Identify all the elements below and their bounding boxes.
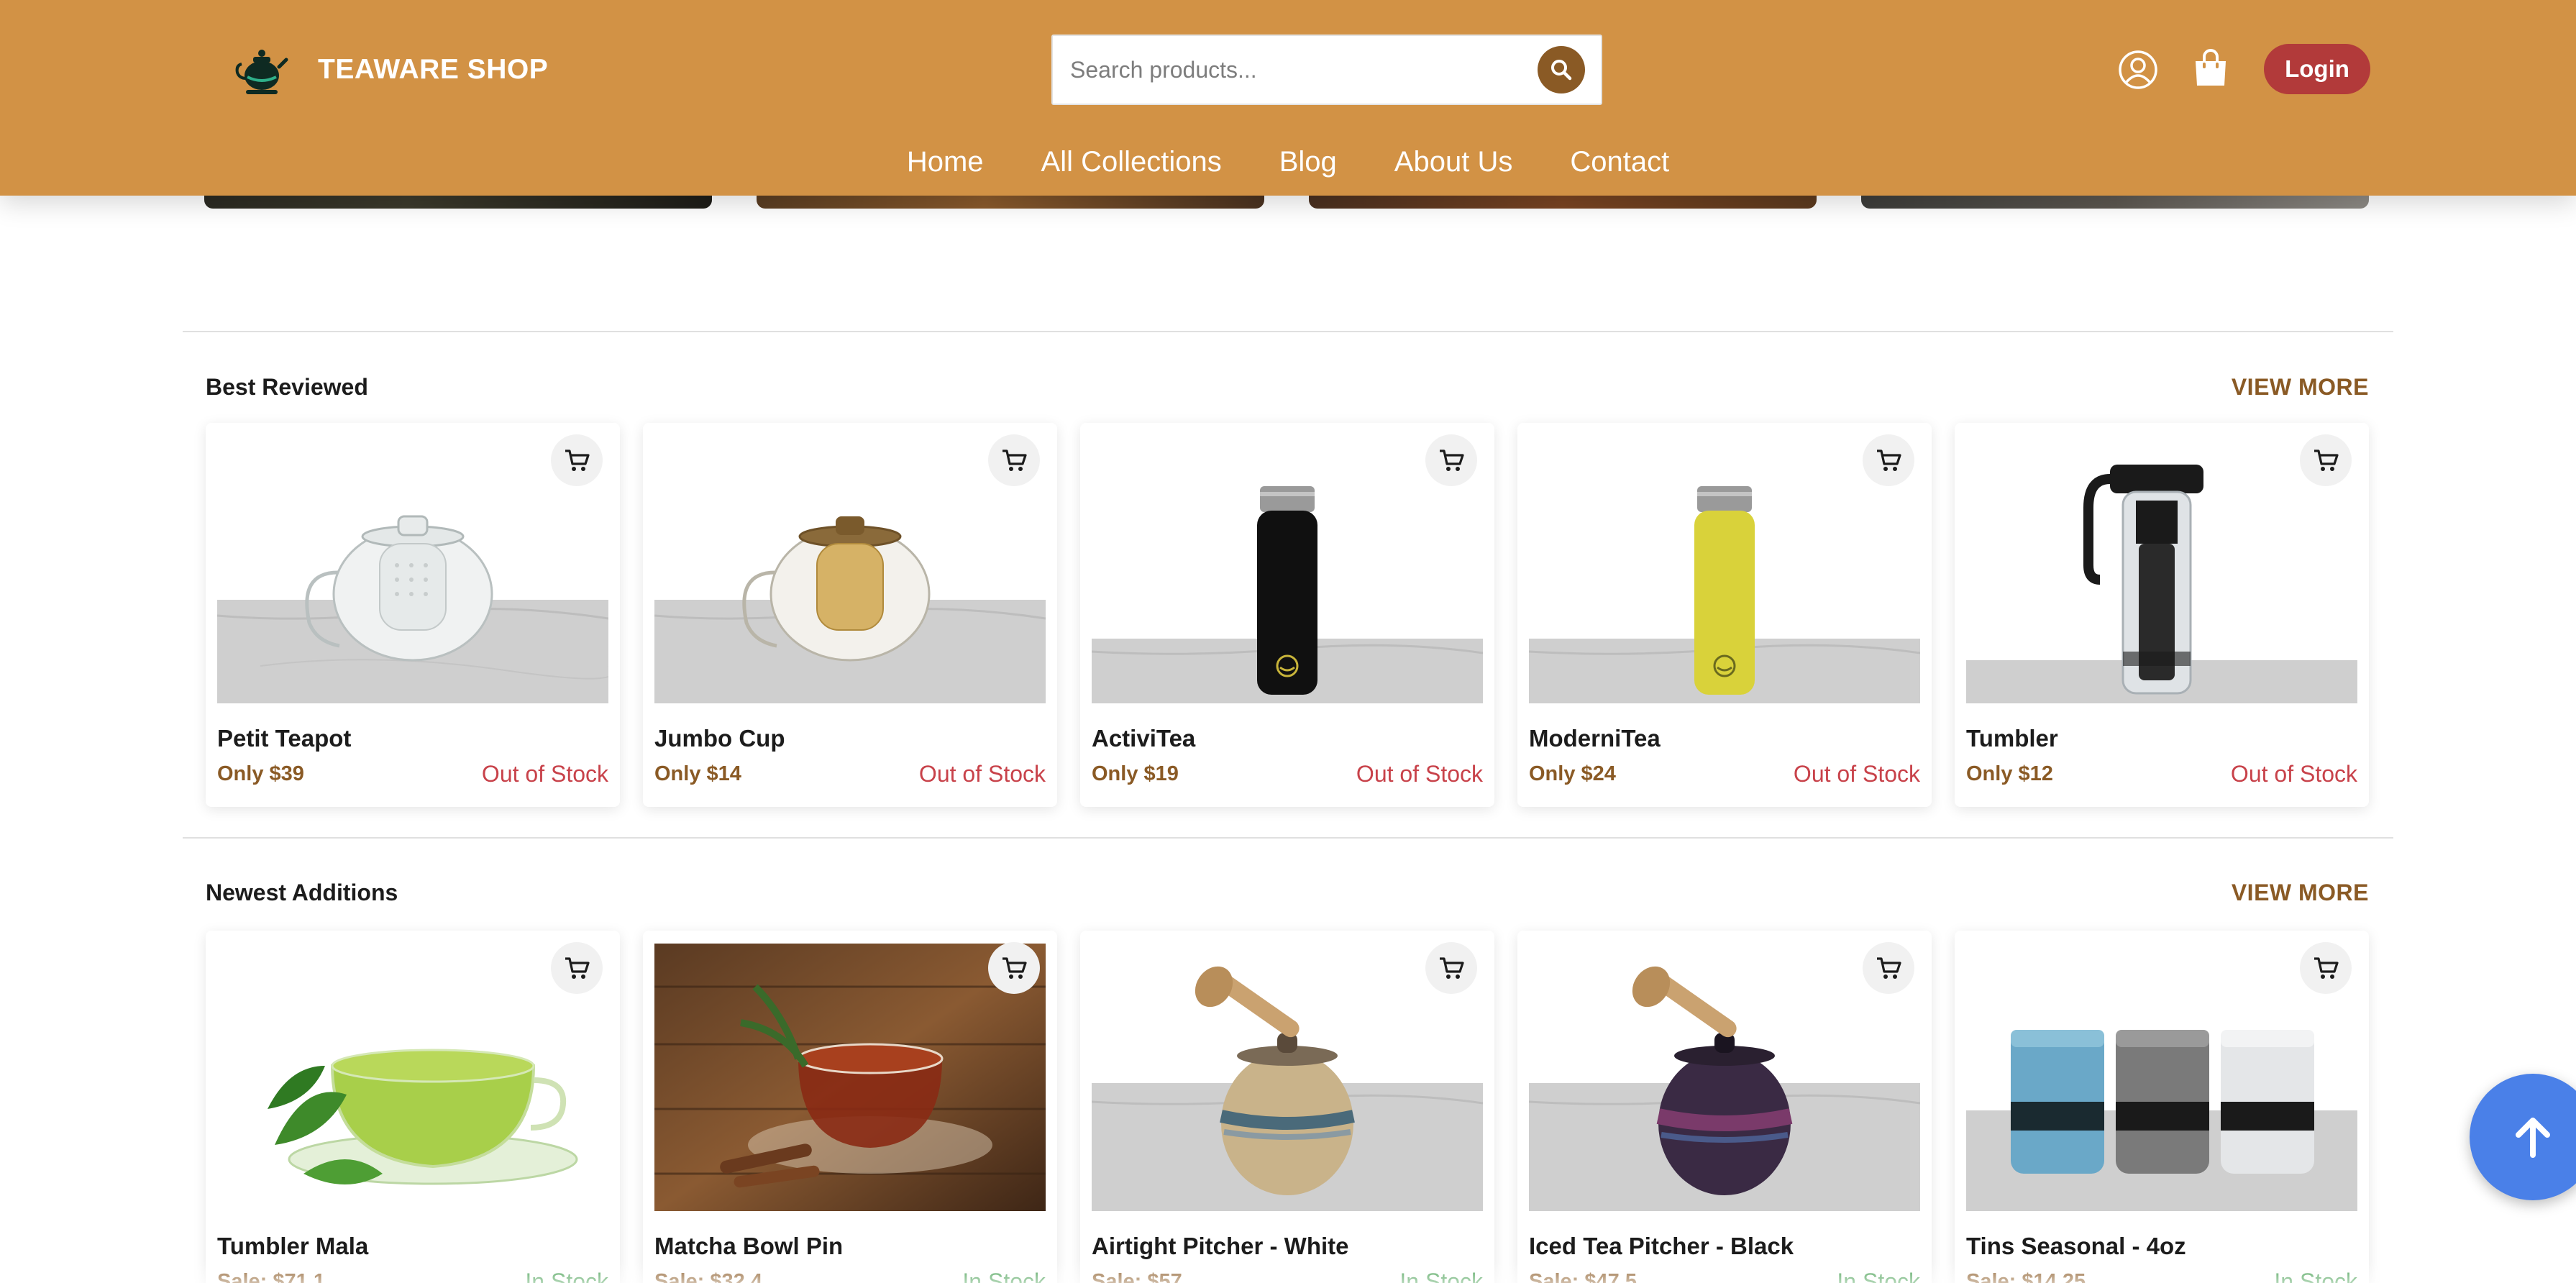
cart-icon	[1440, 957, 1464, 979]
nav-contact[interactable]: Contact	[1570, 141, 1669, 183]
section-divider	[183, 331, 2393, 332]
product-name[interactable]: Iced Tea Pitcher - Black	[1529, 1233, 1794, 1260]
add-to-cart-button[interactable]	[551, 434, 603, 486]
product-name[interactable]: ModerniTea	[1529, 725, 1661, 752]
stock-status: In Stock	[525, 1269, 608, 1283]
product-image	[654, 944, 1046, 1211]
stock-status: Out of Stock	[2230, 761, 2357, 787]
cart-icon	[2314, 957, 2339, 979]
product-name[interactable]: Airtight Pitcher - White	[1092, 1233, 1349, 1260]
product-card[interactable]: Iced Tea Pitcher - Black Sale: $47.5 In …	[1517, 931, 1932, 1283]
shopping-bag-icon[interactable]	[2193, 47, 2229, 88]
search-bar	[1051, 35, 1602, 105]
stock-status: Out of Stock	[481, 761, 608, 787]
product-name[interactable]: Petit Teapot	[217, 725, 351, 752]
main-nav: Home All Collections Blog About Us Conta…	[0, 141, 2576, 183]
product-name[interactable]: Tumbler	[1966, 725, 2058, 752]
cart-icon	[565, 449, 590, 471]
add-to-cart-button[interactable]	[1863, 434, 1914, 486]
add-to-cart-button[interactable]	[1863, 942, 1914, 994]
user-icon[interactable]	[2117, 49, 2159, 91]
product-card[interactable]: ModerniTea Only $24 Out of Stock	[1517, 423, 1932, 807]
brand-name: TEAWARE SHOP	[318, 54, 549, 85]
product-price: Sale: $57	[1092, 1270, 1182, 1283]
site-header: TEAWARE SHOP Login Home All Collections …	[0, 0, 2576, 196]
stock-status: In Stock	[1399, 1269, 1483, 1283]
stock-status: In Stock	[2274, 1269, 2357, 1283]
product-image	[1092, 944, 1483, 1211]
stock-status: Out of Stock	[918, 761, 1046, 787]
arrow-up-icon	[2516, 1118, 2550, 1158]
product-price: Only $14	[654, 762, 741, 785]
product-image	[1529, 944, 1920, 1211]
product-card[interactable]: Tins Seasonal - 4oz Sale: $14.25 In Stoc…	[1955, 931, 2369, 1283]
add-to-cart-button[interactable]	[1425, 434, 1477, 486]
product-card[interactable]: Tumbler Mala Sale: $71.1 In Stock	[206, 931, 620, 1283]
section-divider	[183, 837, 2393, 839]
product-image	[1966, 436, 2357, 703]
login-button[interactable]: Login	[2264, 44, 2370, 94]
nav-about-us[interactable]: About Us	[1394, 141, 1513, 183]
add-to-cart-button[interactable]	[988, 434, 1040, 486]
stock-status: Out of Stock	[1793, 761, 1920, 787]
product-name[interactable]: ActiviTea	[1092, 725, 1195, 752]
cart-icon	[1877, 449, 1901, 471]
product-card[interactable]: Petit Teapot Only $39 Out of Stock	[206, 423, 620, 807]
product-image	[654, 436, 1046, 703]
nav-home[interactable]: Home	[907, 141, 984, 183]
cart-icon	[1440, 449, 1464, 471]
product-card[interactable]: Airtight Pitcher - White Sale: $57 In St…	[1080, 931, 1494, 1283]
product-card[interactable]: Tumbler Only $12 Out of Stock	[1955, 423, 2369, 807]
product-name[interactable]: Tumbler Mala	[217, 1233, 368, 1260]
view-more-link[interactable]: VIEW MORE	[2232, 374, 2369, 401]
section-title: Newest Additions	[206, 880, 398, 905]
product-image	[217, 436, 608, 703]
product-name[interactable]: Jumbo Cup	[654, 725, 785, 752]
cart-icon	[1002, 449, 1027, 471]
scroll-to-top-button[interactable]	[2470, 1074, 2576, 1200]
product-price: Only $19	[1092, 762, 1179, 785]
product-card[interactable]: Jumbo Cup Only $14 Out of Stock	[643, 423, 1057, 807]
nav-all-collections[interactable]: All Collections	[1041, 141, 1222, 183]
product-card[interactable]: ActiviTea Only $19 Out of Stock	[1080, 423, 1494, 807]
product-price: Only $12	[1966, 762, 2053, 785]
cart-icon	[1002, 957, 1027, 979]
teapot-icon	[235, 50, 288, 94]
add-to-cart-button[interactable]	[551, 942, 603, 994]
stock-status: Out of Stock	[1356, 761, 1483, 787]
product-image	[217, 944, 608, 1211]
search-input[interactable]	[1053, 36, 1538, 104]
add-to-cart-button[interactable]	[2300, 942, 2352, 994]
product-image	[1966, 944, 2357, 1211]
product-price: Sale: $71.1	[217, 1270, 325, 1283]
cart-icon	[565, 957, 590, 979]
cart-icon	[2314, 449, 2339, 471]
brand[interactable]: TEAWARE SHOP	[234, 42, 548, 98]
stock-status: In Stock	[962, 1269, 1046, 1283]
product-card[interactable]: Matcha Bowl Pin Sale: $32.4 In Stock	[643, 931, 1057, 1283]
search-icon	[1551, 60, 1572, 81]
product-image	[1092, 436, 1483, 703]
product-price: Sale: $32.4	[654, 1270, 762, 1283]
product-price: Sale: $14.25	[1966, 1270, 2086, 1283]
nav-blog[interactable]: Blog	[1279, 141, 1337, 183]
stock-status: In Stock	[1837, 1269, 1920, 1283]
cart-icon	[1877, 957, 1901, 979]
product-name[interactable]: Tins Seasonal - 4oz	[1966, 1233, 2186, 1260]
section-title: Best Reviewed	[206, 374, 368, 400]
search-button[interactable]	[1538, 46, 1585, 93]
add-to-cart-button[interactable]	[1425, 942, 1477, 994]
add-to-cart-button[interactable]	[988, 942, 1040, 994]
product-price: Only $39	[217, 762, 304, 785]
view-more-link[interactable]: VIEW MORE	[2232, 880, 2369, 906]
product-image	[1529, 436, 1920, 703]
add-to-cart-button[interactable]	[2300, 434, 2352, 486]
product-name[interactable]: Matcha Bowl Pin	[654, 1233, 843, 1260]
product-price: Sale: $47.5	[1529, 1270, 1637, 1283]
product-price: Only $24	[1529, 762, 1616, 785]
